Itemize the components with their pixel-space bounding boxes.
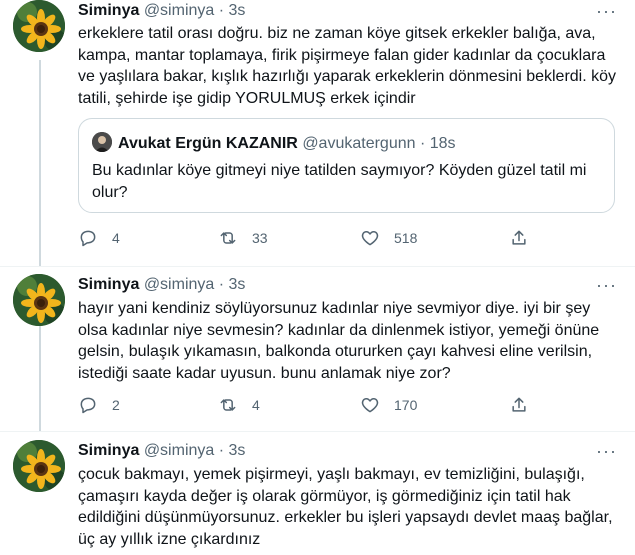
tweet[interactable]: Siminya @siminya · 3s ··· hayır yani ken…: [0, 274, 635, 431]
retweet-count: 4: [252, 397, 260, 413]
handle[interactable]: @siminya: [144, 2, 214, 19]
share-icon: [512, 397, 526, 412]
retweet-icon: [220, 232, 236, 244]
heart-icon: [361, 398, 379, 413]
person-avatar-icon: [92, 132, 112, 152]
tweet-text: erkeklere tatil orası doğru. biz ne zama…: [78, 25, 617, 107]
separator: ·: [218, 442, 225, 459]
timestamp[interactable]: 3s: [229, 442, 246, 459]
sunflower-avatar-icon: [13, 0, 65, 52]
tweet-divider: [0, 266, 635, 267]
like-count: 518: [394, 230, 418, 246]
tweet-actions: 4 33 518: [78, 228, 618, 248]
tweet-header: Siminya @siminya · 3s: [78, 1, 245, 21]
display-name[interactable]: Siminya: [78, 442, 139, 459]
share-icon: [512, 230, 526, 245]
display-name[interactable]: Siminya: [78, 276, 139, 293]
avatar[interactable]: [13, 440, 65, 492]
like-count: 170: [394, 397, 418, 413]
separator: ·: [218, 276, 225, 293]
reply-count: 2: [112, 397, 120, 413]
timestamp[interactable]: 3s: [229, 276, 246, 293]
more-options-icon[interactable]: ···: [596, 276, 617, 294]
retweet-icon: [220, 399, 236, 411]
handle[interactable]: @siminya: [144, 442, 214, 459]
tweet[interactable]: Siminya @siminya · 3s ··· çocuk bakmayı,…: [0, 440, 635, 555]
quoted-tweet-header: Avukat Ergün KAZANIR @avukatergunn · 18s: [92, 132, 456, 154]
retweet-button[interactable]: 33: [218, 228, 268, 248]
avatar[interactable]: [13, 0, 65, 52]
sunflower-avatar-icon: [13, 274, 65, 326]
tweet[interactable]: Siminya @siminya · 3s ··· erkeklere tati…: [0, 0, 635, 266]
tweet-text: hayır yani kendiniz söylüyorsunuz kadınl…: [78, 300, 600, 382]
tweet-divider: [0, 431, 635, 432]
share-button[interactable]: [509, 228, 529, 248]
quoted-tweet[interactable]: Avukat Ergün KAZANIR @avukatergunn · 18s…: [78, 118, 615, 213]
heart-icon: [361, 231, 379, 246]
quoted-timestamp: 18s: [429, 135, 456, 152]
sunflower-avatar-icon: [13, 440, 65, 492]
like-button[interactable]: 518: [360, 228, 417, 248]
display-name[interactable]: Siminya: [78, 2, 139, 19]
like-button[interactable]: 170: [360, 395, 417, 415]
tweet-header: Siminya @siminya · 3s: [78, 275, 245, 295]
avatar[interactable]: [13, 274, 65, 326]
quoted-display-name: Avukat Ergün KAZANIR: [118, 135, 298, 152]
retweet-button[interactable]: 4: [218, 395, 260, 415]
separator: ·: [419, 135, 426, 152]
reply-icon: [80, 230, 96, 247]
reply-button[interactable]: 2: [78, 395, 120, 415]
tweet-text: çocuk bakmayı, yemek pişirmeyi, yaşlı ba…: [78, 466, 613, 548]
separator: ·: [218, 2, 225, 19]
handle[interactable]: @siminya: [144, 276, 214, 293]
tweet-header: Siminya @siminya · 3s: [78, 441, 245, 461]
share-button[interactable]: [509, 395, 529, 415]
more-options-icon[interactable]: ···: [596, 2, 617, 20]
timestamp[interactable]: 3s: [229, 2, 246, 19]
quoted-avatar: [92, 132, 112, 152]
quoted-tweet-text: Bu kadınlar köye gitmeyi niye tatilden s…: [92, 162, 587, 201]
reply-count: 4: [112, 230, 120, 246]
retweet-count: 33: [252, 230, 268, 246]
tweet-actions: 2 4 170: [78, 395, 618, 415]
more-options-icon[interactable]: ···: [596, 442, 617, 460]
reply-button[interactable]: 4: [78, 228, 120, 248]
reply-icon: [80, 397, 96, 414]
quoted-handle: @avukatergunn: [302, 135, 416, 152]
